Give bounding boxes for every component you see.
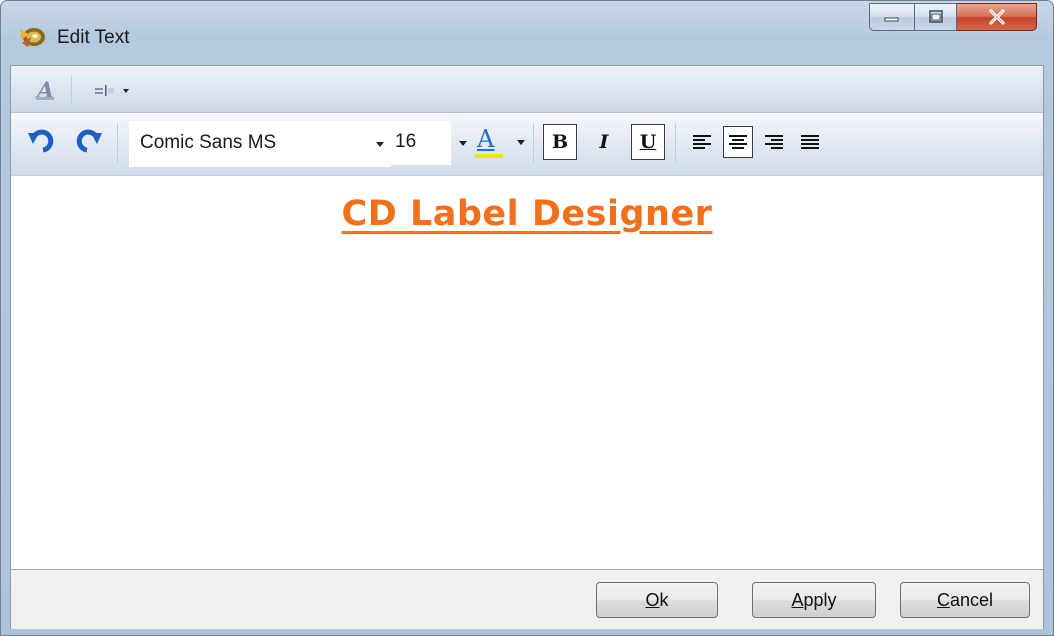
align-center-icon — [729, 135, 747, 149]
toolbar-separator — [675, 123, 676, 163]
caption-buttons — [869, 3, 1037, 33]
dialog-footer: Ok Apply Cancel — [11, 569, 1043, 629]
align-right-button[interactable] — [759, 126, 789, 158]
font-color-glyph: A — [477, 125, 495, 153]
maximize-button[interactable] — [915, 3, 957, 31]
apply-button[interactable]: Apply — [752, 582, 876, 618]
align-left-button[interactable] — [687, 126, 717, 158]
font-size-value: 16 — [395, 131, 417, 152]
client-area: A Comic Sans MS 16 A B I U CD Label Desi… — [10, 65, 1044, 629]
cancel-button-mnemonic: C — [936, 589, 950, 610]
justify-icon — [801, 135, 819, 149]
minimize-icon — [884, 17, 899, 22]
maximize-icon — [928, 10, 943, 23]
justify-button[interactable] — [795, 126, 825, 158]
app-icon — [18, 25, 48, 49]
text-editor[interactable]: CD Label Designer — [11, 176, 1043, 569]
apply-button-mnemonic: A — [791, 589, 804, 610]
window-title: Edit Text — [57, 27, 130, 48]
ok-button-label: k — [659, 589, 669, 610]
edit-text-window: Edit Text A Comic Sans MS 16 A B I U CD … — [0, 0, 1054, 636]
font-family-value: Comic Sans MS — [140, 132, 277, 153]
cancel-button-label: ancel — [949, 589, 994, 610]
apply-button-label: pply — [803, 589, 837, 610]
text-style-icon[interactable]: A — [33, 78, 59, 102]
font-color-button[interactable]: A — [473, 125, 505, 159]
toolbar-separator — [117, 123, 118, 163]
font-family-combo[interactable]: Comic Sans MS — [129, 121, 391, 167]
align-center-button[interactable] — [723, 126, 753, 158]
bold-button[interactable]: B — [543, 124, 577, 160]
italic-button[interactable]: I — [587, 124, 621, 160]
underline-button[interactable]: U — [631, 124, 665, 160]
ok-button-mnemonic: O — [645, 589, 660, 610]
close-button[interactable] — [957, 3, 1037, 31]
font-color-dropdown-icon[interactable] — [517, 140, 525, 145]
cancel-button[interactable]: Cancel — [900, 582, 1030, 618]
textbox-insert-icon[interactable] — [93, 81, 133, 99]
font-size-dropdown-icon[interactable] — [459, 141, 467, 146]
title-bar[interactable]: Edit Text — [1, 1, 1053, 63]
align-right-icon — [765, 135, 783, 149]
toolbar-top: A — [11, 66, 1043, 113]
format-toolbar: Comic Sans MS 16 A B I U — [11, 113, 1043, 176]
close-icon — [988, 9, 1005, 25]
font-color-swatch — [475, 154, 503, 158]
redo-icon[interactable] — [71, 127, 103, 155]
undo-icon[interactable] — [27, 127, 59, 155]
font-size-combo[interactable]: 16 — [391, 121, 467, 165]
toolbar-separator — [533, 123, 534, 163]
font-family-dropdown-icon[interactable] — [376, 142, 384, 147]
toolbar-separator — [71, 76, 72, 104]
editor-text[interactable]: CD Label Designer — [11, 194, 1043, 234]
minimize-button[interactable] — [869, 3, 915, 31]
align-left-icon — [693, 135, 711, 149]
ok-button[interactable]: Ok — [596, 582, 718, 618]
